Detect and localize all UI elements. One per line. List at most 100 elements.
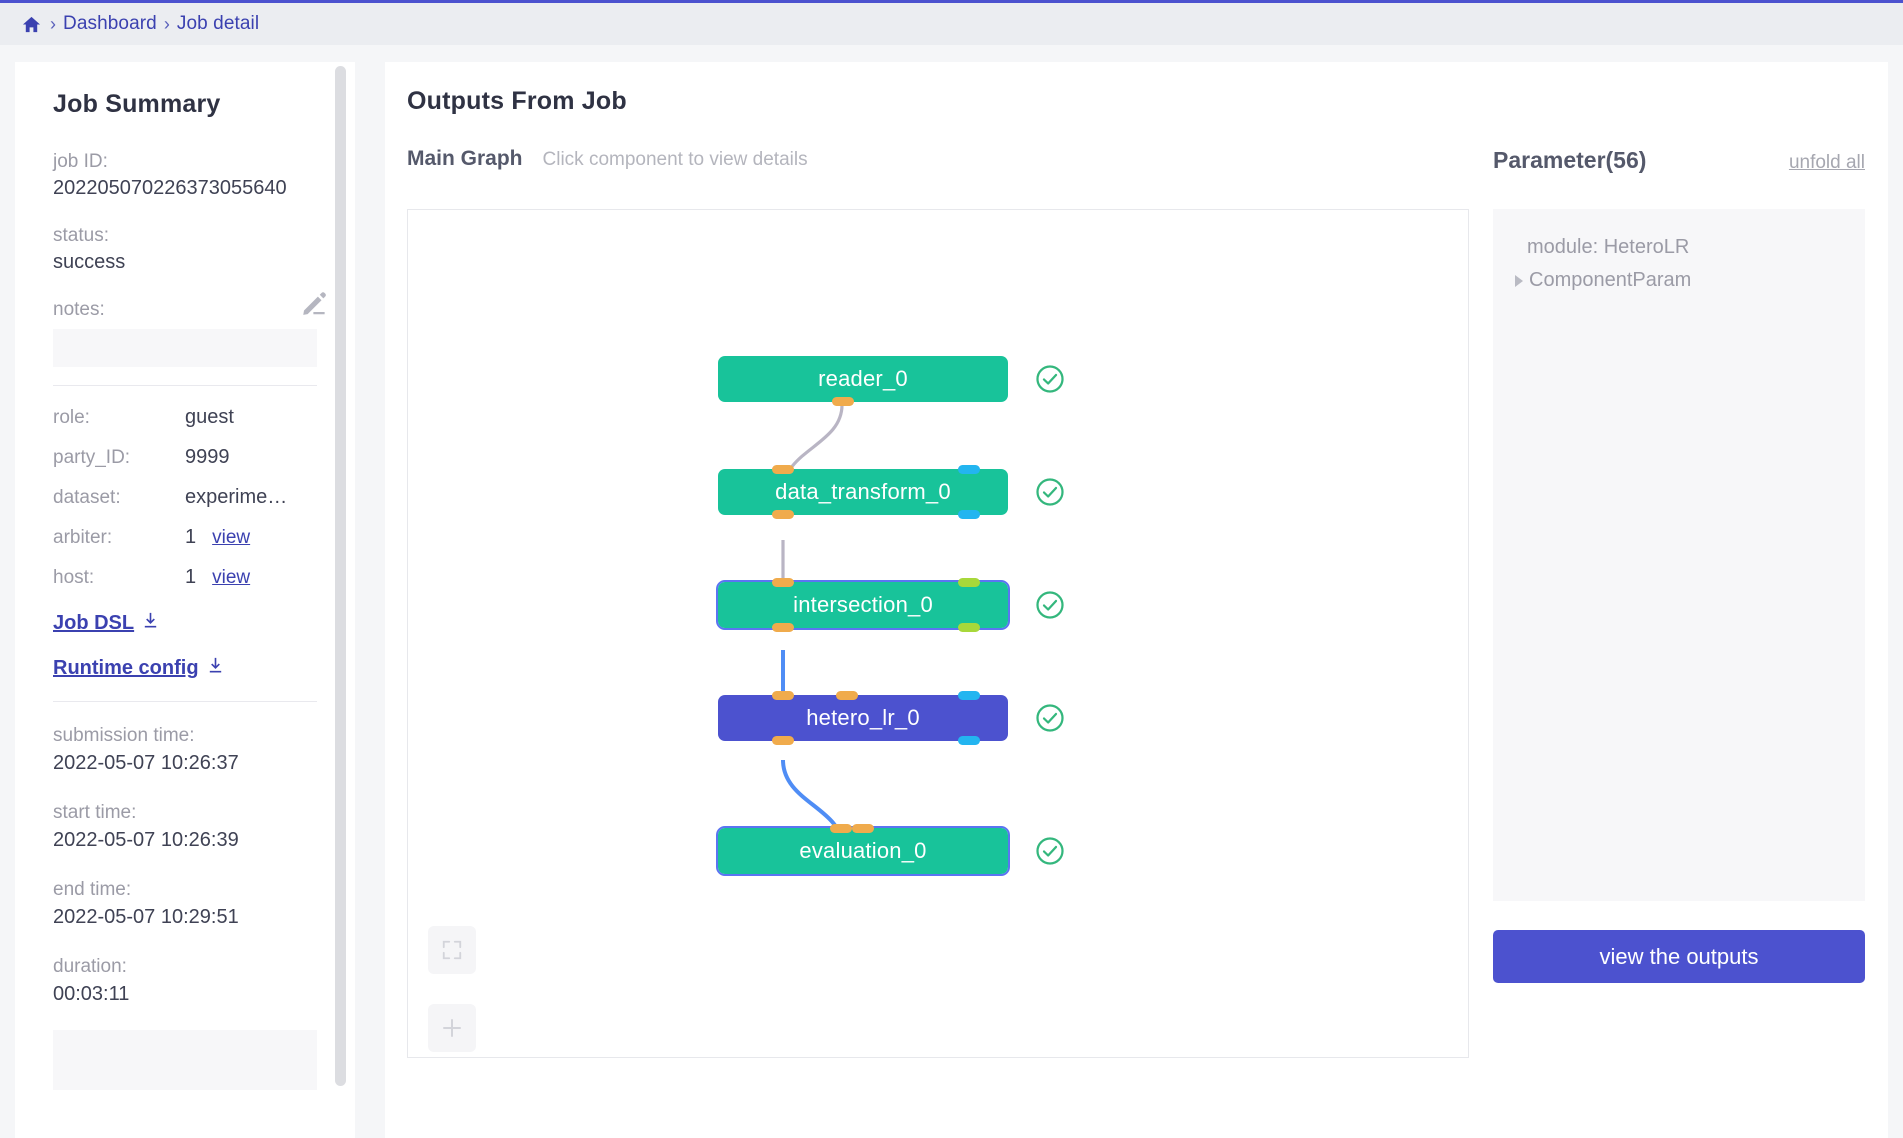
breadcrumb-separator-1: ›: [164, 14, 170, 35]
notes-label: notes:: [53, 297, 317, 323]
graph-node-hetero-lr-0[interactable]: hetero_lr_0: [718, 695, 1008, 741]
zoom-in-button[interactable]: [428, 1004, 476, 1052]
download-icon: [199, 656, 225, 681]
outputs-title: Outputs From Job: [407, 87, 627, 116]
outputs-panel: Outputs From Job Main Graph Click compon…: [385, 62, 1888, 1138]
check-circle-icon: [1035, 703, 1065, 733]
node-port-input-orange-2[interactable]: [836, 691, 858, 700]
graph-canvas[interactable]: reader_0 data_transform_0 inter: [407, 209, 1469, 1058]
duration-label: duration:: [53, 953, 317, 980]
end-time-block: end time: 2022-05-07 10:29:51: [53, 876, 317, 931]
host-view-link[interactable]: view: [212, 567, 250, 589]
start-time-label: start time:: [53, 799, 317, 826]
status-value: success: [53, 249, 317, 276]
page-title: Job Summary: [53, 90, 317, 119]
breadcrumb-separator-0: ›: [50, 14, 56, 35]
parameter-module-line: module: HeteroLR: [1493, 231, 1865, 264]
arbiter-label: arbiter:: [53, 527, 185, 549]
check-circle-icon: [1035, 477, 1065, 507]
graph-node-label: intersection_0: [793, 592, 933, 618]
runtime-config-label: Runtime config: [53, 657, 199, 680]
tab-main-graph[interactable]: Main Graph: [407, 147, 523, 171]
node-port-output-orange[interactable]: [772, 510, 794, 519]
host-label: host:: [53, 567, 185, 589]
dataset-value: experime…: [185, 486, 287, 509]
submission-time-block: submission time: 2022-05-07 10:26:37: [53, 722, 317, 777]
graph-node-label: hetero_lr_0: [806, 705, 920, 731]
node-port-input-blue[interactable]: [958, 465, 980, 474]
start-time-block: start time: 2022-05-07 10:26:39: [53, 799, 317, 854]
node-port-output-orange[interactable]: [772, 623, 794, 632]
graph-node-data-transform-0[interactable]: data_transform_0: [718, 469, 1008, 515]
node-port-output-blue[interactable]: [958, 510, 980, 519]
notes-block: notes:: [53, 297, 317, 367]
graph-header: Main Graph Click component to view detai…: [407, 147, 808, 171]
plus-icon: [440, 1016, 464, 1040]
check-circle-icon: [1035, 364, 1065, 394]
submission-time-value: 2022-05-07 10:26:37: [53, 749, 317, 777]
node-port-input-lime[interactable]: [958, 578, 980, 587]
graph-hint-text: Click component to view details: [543, 149, 808, 171]
node-port-output-blue[interactable]: [958, 736, 980, 745]
sidebar-scrollbar[interactable]: [333, 62, 349, 1138]
parameter-component-param-node[interactable]: ComponentParam: [1493, 264, 1865, 297]
job-id-value: 202205070226373055640: [53, 175, 317, 202]
node-port-output-orange[interactable]: [832, 397, 854, 406]
divider-2: [53, 701, 317, 702]
job-dsl-download-link[interactable]: Job DSL: [53, 611, 160, 636]
row-arbiter: arbiter: 1 view: [53, 526, 317, 549]
host-count: 1: [185, 566, 196, 589]
node-port-input-orange-2[interactable]: [852, 824, 874, 833]
notes-input[interactable]: [53, 329, 317, 367]
duration-block: duration: 00:03:11: [53, 953, 317, 1008]
job-id-block: job ID: 202205070226373055640: [53, 149, 317, 202]
node-port-input-orange[interactable]: [772, 465, 794, 474]
end-time-value: 2022-05-07 10:29:51: [53, 903, 317, 931]
parameter-tree[interactable]: module: HeteroLR ComponentParam: [1493, 209, 1865, 901]
dataset-label: dataset:: [53, 487, 185, 509]
arbiter-view-link[interactable]: view: [212, 527, 250, 549]
parameter-title: Parameter(56): [1493, 147, 1646, 174]
fullscreen-icon: [441, 939, 463, 961]
node-port-output-lime[interactable]: [958, 623, 980, 632]
status-label: status:: [53, 223, 317, 249]
graph-node-evaluation-0[interactable]: evaluation_0: [718, 828, 1008, 874]
unfold-all-link[interactable]: unfold all: [1789, 152, 1865, 174]
graph-node-label: data_transform_0: [775, 479, 951, 505]
check-circle-icon: [1035, 836, 1065, 866]
job-id-label: job ID:: [53, 149, 317, 175]
duration-value: 00:03:11: [53, 980, 317, 1008]
node-port-input-orange[interactable]: [772, 578, 794, 587]
start-time-value: 2022-05-07 10:26:39: [53, 826, 317, 854]
parameter-header: Parameter(56) unfold all: [1493, 147, 1865, 174]
home-icon[interactable]: [22, 15, 41, 34]
check-circle-icon: [1035, 590, 1065, 620]
submission-time-label: submission time:: [53, 722, 317, 749]
runtime-config-download-link[interactable]: Runtime config: [53, 656, 225, 681]
graph-node-intersection-0[interactable]: intersection_0: [718, 582, 1008, 628]
party-id-label: party_ID:: [53, 447, 185, 469]
breadcrumb-bar: › Dashboard › Job detail: [0, 0, 1903, 45]
breadcrumb-item-dashboard[interactable]: Dashboard: [63, 13, 157, 35]
end-time-label: end time:: [53, 876, 317, 903]
breadcrumb-item-job-detail[interactable]: Job detail: [177, 13, 259, 35]
node-port-input-blue[interactable]: [958, 691, 980, 700]
pencil-edit-icon[interactable]: [299, 289, 329, 319]
job-dsl-label: Job DSL: [53, 612, 134, 635]
parameter-component-param-label: ComponentParam: [1529, 264, 1691, 297]
arbiter-count: 1: [185, 526, 196, 549]
divider-1: [53, 385, 317, 386]
row-host: host: 1 view: [53, 566, 317, 589]
node-port-input-orange[interactable]: [772, 691, 794, 700]
node-port-output-orange[interactable]: [772, 736, 794, 745]
fit-to-screen-button[interactable]: [428, 926, 476, 974]
party-id-value: 9999: [185, 446, 230, 469]
job-summary-panel: Job Summary job ID: 20220507022637305564…: [15, 62, 355, 1138]
row-role: role: guest: [53, 406, 317, 429]
graph-node-reader-0[interactable]: reader_0: [718, 356, 1008, 402]
node-port-input-orange[interactable]: [830, 824, 852, 833]
sidebar-scrollbar-thumb[interactable]: [335, 66, 346, 1086]
row-party-id: party_ID: 9999: [53, 446, 317, 469]
status-block: status: success: [53, 223, 317, 276]
view-outputs-button[interactable]: view the outputs: [1493, 930, 1865, 983]
